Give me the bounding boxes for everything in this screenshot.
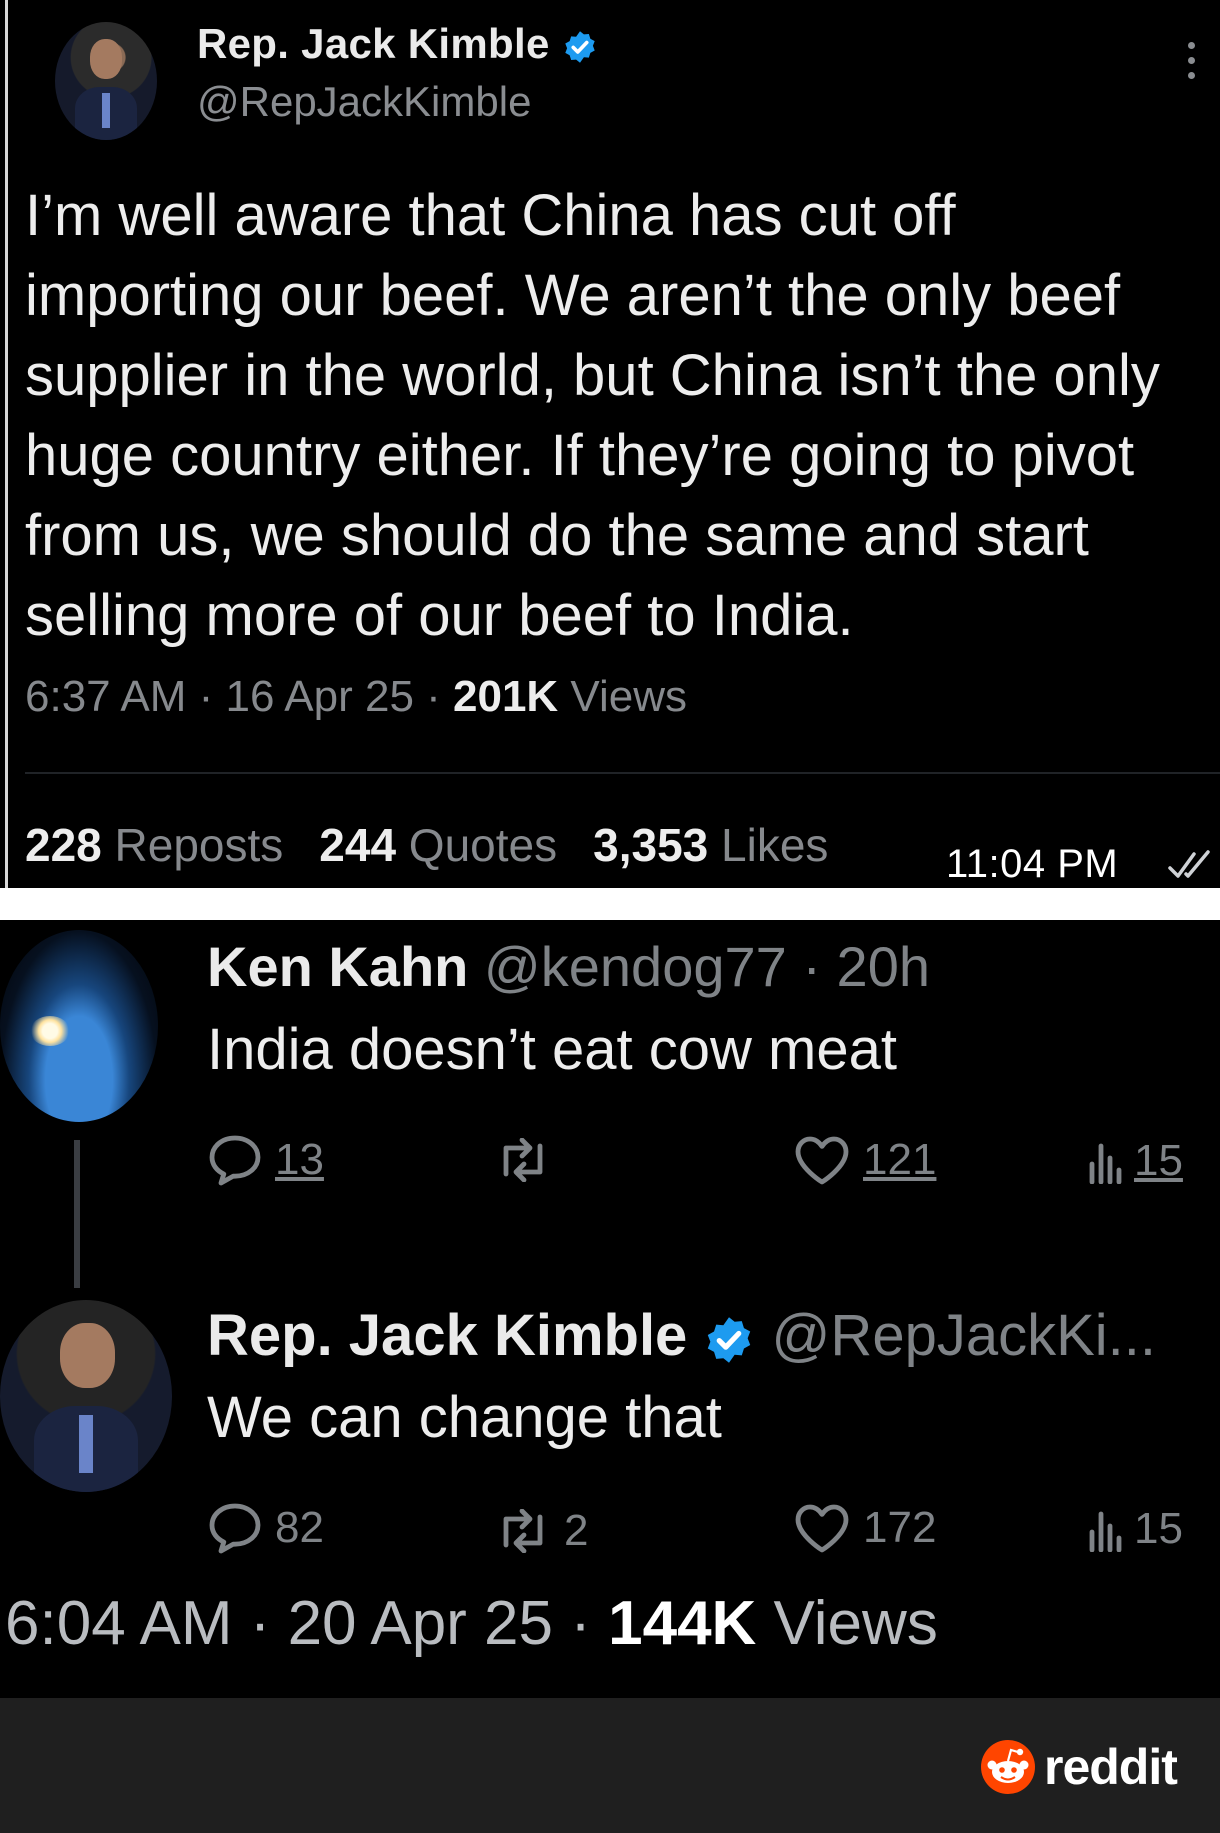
quotes-stat[interactable]: 244 Quotes [319, 819, 557, 871]
engagement-stats: 228 Reposts 244 Quotes 3,353 Likes [25, 818, 828, 872]
like-count: 172 [863, 1503, 937, 1552]
author-name[interactable]: Rep. Jack Kimble [197, 20, 550, 67]
reply-header: Ken Kahn @kendog77 · 20h [207, 934, 930, 999]
reply-text: India doesn’t eat cow meat [207, 1017, 897, 1082]
reply-author-name[interactable]: Ken Kahn [207, 935, 468, 998]
analytics-icon [1089, 1143, 1122, 1184]
like-button[interactable]: 172 [793, 1502, 936, 1554]
tweet-text: I’m well aware that China has cut off im… [25, 183, 1160, 648]
reply-header: Rep. Jack Kimble @RepJackKi... [207, 1302, 1156, 1369]
views-count: 201K [453, 672, 559, 721]
repost-icon [503, 1509, 543, 1553]
more-options-icon[interactable] [1188, 42, 1198, 90]
reply-author-avatar[interactable] [0, 1300, 172, 1492]
author-avatar[interactable] [55, 22, 157, 140]
analytics-icon [1089, 1511, 1122, 1552]
heart-icon [795, 1504, 849, 1553]
verified-badge-icon [564, 31, 595, 63]
reply-handle[interactable]: @RepJackKi... [755, 1303, 1156, 1368]
reddit-wordmark: reddit [1044, 1739, 1178, 1795]
reply-timestamp[interactable]: 6:04 AM · 20 Apr 25 · [5, 1589, 608, 1658]
reply-timestamp-views: 6:04 AM · 20 Apr 25 · 144K Views [5, 1588, 938, 1659]
views-button[interactable]: 15 [1088, 1136, 1183, 1186]
author-handle[interactable]: @RepJackKimble [197, 78, 531, 126]
reply-button[interactable]: 13 [207, 1134, 324, 1186]
reply-handle-time[interactable]: @kendog77 · 20h [468, 935, 930, 998]
repost-button[interactable]: 2 [494, 1506, 588, 1556]
card-edge [5, 0, 8, 888]
reddit-watermark: reddit [980, 1738, 1178, 1796]
like-button[interactable]: 121 [793, 1134, 936, 1186]
comment-icon [209, 1135, 261, 1186]
read-receipt-icon [1168, 850, 1210, 878]
verified-badge-icon [708, 1316, 751, 1363]
tweet-timestamp-views: 6:37 AM · 16 Apr 25 · 201K Views [25, 672, 687, 722]
message-time: 11:04 PM [946, 842, 1119, 886]
likes-stat[interactable]: 3,353 Likes [593, 819, 828, 871]
thread-connector [74, 1140, 80, 1288]
views-label: Views [558, 672, 688, 721]
views-button[interactable]: 15 [1088, 1504, 1183, 1554]
reply-author-name[interactable]: Rep. Jack Kimble [207, 1303, 687, 1368]
reposts-stat[interactable]: 228 Reposts [25, 819, 283, 871]
divider [25, 772, 1220, 774]
reply-views-label: Views [756, 1589, 938, 1658]
heart-icon [795, 1136, 849, 1185]
reply-text: We can change that [207, 1385, 722, 1450]
tweet-timestamp[interactable]: 6:37 AM · 16 Apr 25 · [25, 672, 453, 721]
repost-icon [503, 1138, 543, 1182]
comment-icon [209, 1503, 261, 1554]
views-count: 15 [1134, 1136, 1183, 1185]
like-count: 121 [863, 1135, 937, 1184]
reply-avatar[interactable] [0, 930, 158, 1122]
repost-count: 2 [564, 1506, 589, 1555]
views-count: 15 [1134, 1504, 1183, 1553]
original-tweet-card: Rep. Jack Kimble @RepJackKimble I’m well… [0, 0, 1220, 888]
reply-views-count: 144K [608, 1589, 757, 1658]
message-bubble-edge [0, 888, 1220, 920]
reply-count: 13 [275, 1135, 324, 1184]
reply-count: 82 [275, 1503, 324, 1552]
reddit-snoo-icon [981, 1740, 1035, 1794]
repost-button[interactable] [494, 1138, 564, 1182]
reply-button[interactable]: 82 [207, 1502, 324, 1554]
author-name-row[interactable]: Rep. Jack Kimble [197, 20, 598, 68]
